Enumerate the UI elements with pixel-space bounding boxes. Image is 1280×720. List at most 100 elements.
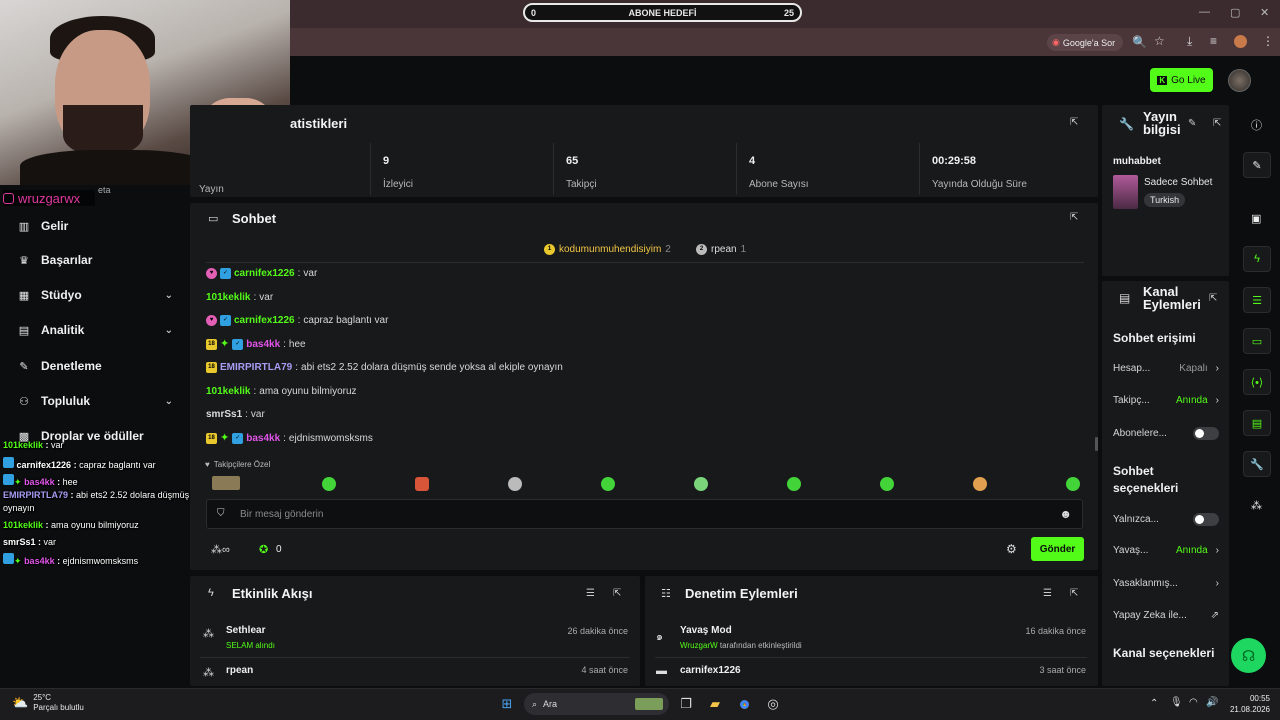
- chat-message[interactable]: ♥ ✓ carnifex1226: var: [206, 268, 317, 279]
- chat-message[interactable]: 101keklik: var: [206, 292, 273, 303]
- gear-icon[interactable]: ⚙: [1006, 542, 1017, 556]
- subscribers-only-row[interactable]: Abonelere...: [1113, 427, 1219, 440]
- stat-label-yayin: Yayın: [199, 184, 224, 195]
- emote[interactable]: [508, 477, 522, 491]
- chat-message[interactable]: 18 EMIRPIRTLA79: abi ets2 2.52 dolara dü…: [206, 362, 563, 373]
- volume-icon[interactable]: 🔊: [1206, 697, 1218, 708]
- channel-icon[interactable]: ▤: [1243, 410, 1271, 436]
- taskbar-search[interactable]: ⌕ Ara: [524, 693, 669, 715]
- chat-message[interactable]: ♥ ✓ carnifex1226: capraz baglantı var: [206, 315, 388, 326]
- sidebar-item-studyo[interactable]: ▦ Stüdyo ⌄: [18, 285, 183, 305]
- broadcast-icon[interactable]: ⟨•⟩: [1243, 369, 1271, 395]
- emote[interactable]: [415, 477, 429, 491]
- expand-icon[interactable]: ⇱: [1070, 212, 1078, 223]
- profile-icon[interactable]: [1234, 35, 1247, 48]
- emoji-icon[interactable]: ☻: [1059, 507, 1072, 521]
- stat-value: 4: [749, 155, 756, 167]
- kick-points-icon[interactable]: ⁂∞: [211, 543, 230, 556]
- emote[interactable]: [973, 477, 987, 491]
- edit-icon[interactable]: ✎: [1188, 118, 1196, 129]
- wifi-icon[interactable]: ◠: [1189, 697, 1198, 708]
- subscribers-only-toggle[interactable]: [1193, 427, 1219, 440]
- chat-message[interactable]: 18 ✦ ✓ bas4kk: hee: [206, 339, 306, 350]
- sidebar-item-gelir[interactable]: ▥ Gelir: [18, 216, 183, 236]
- emote-only-toggle[interactable]: [1193, 513, 1219, 526]
- sidebar-item-topluluk[interactable]: ⚇ Topluluk ⌄: [18, 391, 183, 411]
- chevron-right-icon: ›: [1215, 363, 1219, 374]
- stream-info-title: Yayın bilgisi: [1143, 109, 1181, 137]
- moderation-time: 16 dakika önce: [1025, 626, 1086, 636]
- chrome-icon[interactable]: [735, 695, 753, 713]
- expand-icon[interactable]: ⇱: [613, 588, 621, 599]
- menu-dots-icon[interactable]: ⋮: [1262, 34, 1274, 48]
- dollar-icon: ▥: [18, 220, 30, 233]
- followers-only-row[interactable]: Takipç... Anında ›: [1113, 395, 1219, 406]
- gifter-count: 1: [740, 244, 747, 255]
- moderation-item[interactable]: ๑ Yavaş Mod WruzgarW tarafından etkinleş…: [655, 618, 1087, 658]
- filter-icon[interactable]: ☰: [1043, 588, 1052, 599]
- expand-icon[interactable]: ⇱: [1209, 293, 1217, 304]
- emote[interactable]: [601, 477, 615, 491]
- sidebar-item-basarilar[interactable]: ♛ Başarılar: [18, 250, 183, 270]
- list-icon[interactable]: ☰: [1243, 287, 1271, 313]
- windows-start-icon[interactable]: ⊞: [498, 695, 516, 713]
- expand-icon[interactable]: ⇱: [1213, 118, 1221, 129]
- top-gifter-1[interactable]: 1 kodumunmuhendisiyim 2: [544, 244, 671, 255]
- user-avatar[interactable]: [1228, 69, 1251, 92]
- activity-item[interactable]: ⁂ rpean 4 saat önce: [200, 660, 630, 684]
- lightning-icon[interactable]: ϟ: [1243, 246, 1271, 272]
- chat-message[interactable]: 101keklik: ama oyunu bilmiyoruz: [206, 386, 357, 397]
- maximize-icon[interactable]: ▢: [1230, 6, 1240, 19]
- sidebar-item-label: Analitik: [41, 323, 85, 337]
- emote[interactable]: [322, 477, 336, 491]
- sidebar-item-analitik[interactable]: ▤ Analitik ⌄: [18, 320, 183, 340]
- zoom-icon[interactable]: 🔍: [1132, 35, 1147, 49]
- banned-words-row[interactable]: Yasaklanmış... ›: [1113, 578, 1219, 589]
- minimize-icon[interactable]: —: [1199, 6, 1210, 18]
- chat-icon[interactable]: ▭: [1243, 328, 1271, 354]
- reading-list-icon[interactable]: ≡: [1210, 34, 1217, 48]
- sidebar-item-denetleme[interactable]: ✎ Denetleme: [18, 356, 183, 376]
- obs-icon[interactable]: ◎: [764, 695, 782, 713]
- moderation-item[interactable]: ▬ carnifex1226 3 saat önce: [655, 660, 1087, 684]
- emote-only-row[interactable]: Yalnızca...: [1113, 513, 1219, 526]
- go-live-button[interactable]: K Go Live: [1150, 68, 1213, 92]
- emote[interactable]: [212, 476, 240, 490]
- chevron-up-icon[interactable]: ⌃: [1150, 698, 1158, 709]
- info-icon[interactable]: ⓘ: [1251, 117, 1262, 133]
- close-icon[interactable]: ✕: [1260, 6, 1269, 19]
- wrench-icon[interactable]: 🔧: [1243, 451, 1271, 477]
- emote[interactable]: [880, 477, 894, 491]
- expand-icon[interactable]: ⇱: [1070, 117, 1078, 128]
- weather-widget[interactable]: ⛅ 25°C Parçalı bulutlu: [12, 693, 84, 713]
- chat-message[interactable]: 18 ✦ ✓ bas4kk: ejdnismwomsksms: [206, 433, 373, 444]
- chat-input[interactable]: ⛉ Bir mesaj gönderin ☻: [206, 499, 1083, 529]
- chat-message[interactable]: smrSs1: var: [206, 409, 265, 420]
- account-age-row[interactable]: Hesap... Kapalı ›: [1113, 363, 1219, 374]
- help-chat-button[interactable]: ☊: [1231, 638, 1266, 673]
- chat-access-heading: Sohbet erişimi: [1113, 331, 1196, 345]
- kick-points-icon[interactable]: ⁂: [1251, 499, 1262, 512]
- google-ask-chip[interactable]: ◉ Google'a Sor: [1047, 34, 1123, 51]
- category-name[interactable]: Sadece Sohbet: [1144, 177, 1212, 188]
- filter-icon[interactable]: ☰: [586, 588, 595, 599]
- download-icon[interactable]: ⤓: [1187, 34, 1192, 49]
- expand-icon[interactable]: ⇱: [1070, 588, 1078, 599]
- bookmark-star-icon[interactable]: ☆: [1154, 34, 1165, 48]
- emote[interactable]: [1066, 477, 1080, 491]
- microphone-icon[interactable]: 🎙: [1170, 697, 1183, 708]
- slow-mode-row[interactable]: Yavaş... Anında ›: [1113, 545, 1219, 556]
- emote[interactable]: [787, 477, 801, 491]
- edit-icon[interactable]: ✎: [1243, 152, 1271, 178]
- send-button[interactable]: Gönder: [1031, 537, 1084, 561]
- top-gifter-2[interactable]: 2 rpean 1: [696, 244, 746, 255]
- partly-cloudy-icon: ⛅: [12, 695, 29, 710]
- emote[interactable]: [694, 477, 708, 491]
- activity-item[interactable]: ⁂ Sethlear SELAM alındı 26 dakika önce: [200, 618, 630, 658]
- video-icon[interactable]: ▣: [1251, 212, 1261, 225]
- ai-moderation-row[interactable]: Yapay Zeka ile... ⇗: [1113, 610, 1219, 621]
- task-view-icon[interactable]: ❐: [677, 695, 695, 713]
- taskbar-clock[interactable]: 00:55 21.08.2026: [1224, 693, 1270, 715]
- chat-scrollbar[interactable]: [1095, 437, 1098, 451]
- file-explorer-icon[interactable]: ▰: [706, 695, 724, 713]
